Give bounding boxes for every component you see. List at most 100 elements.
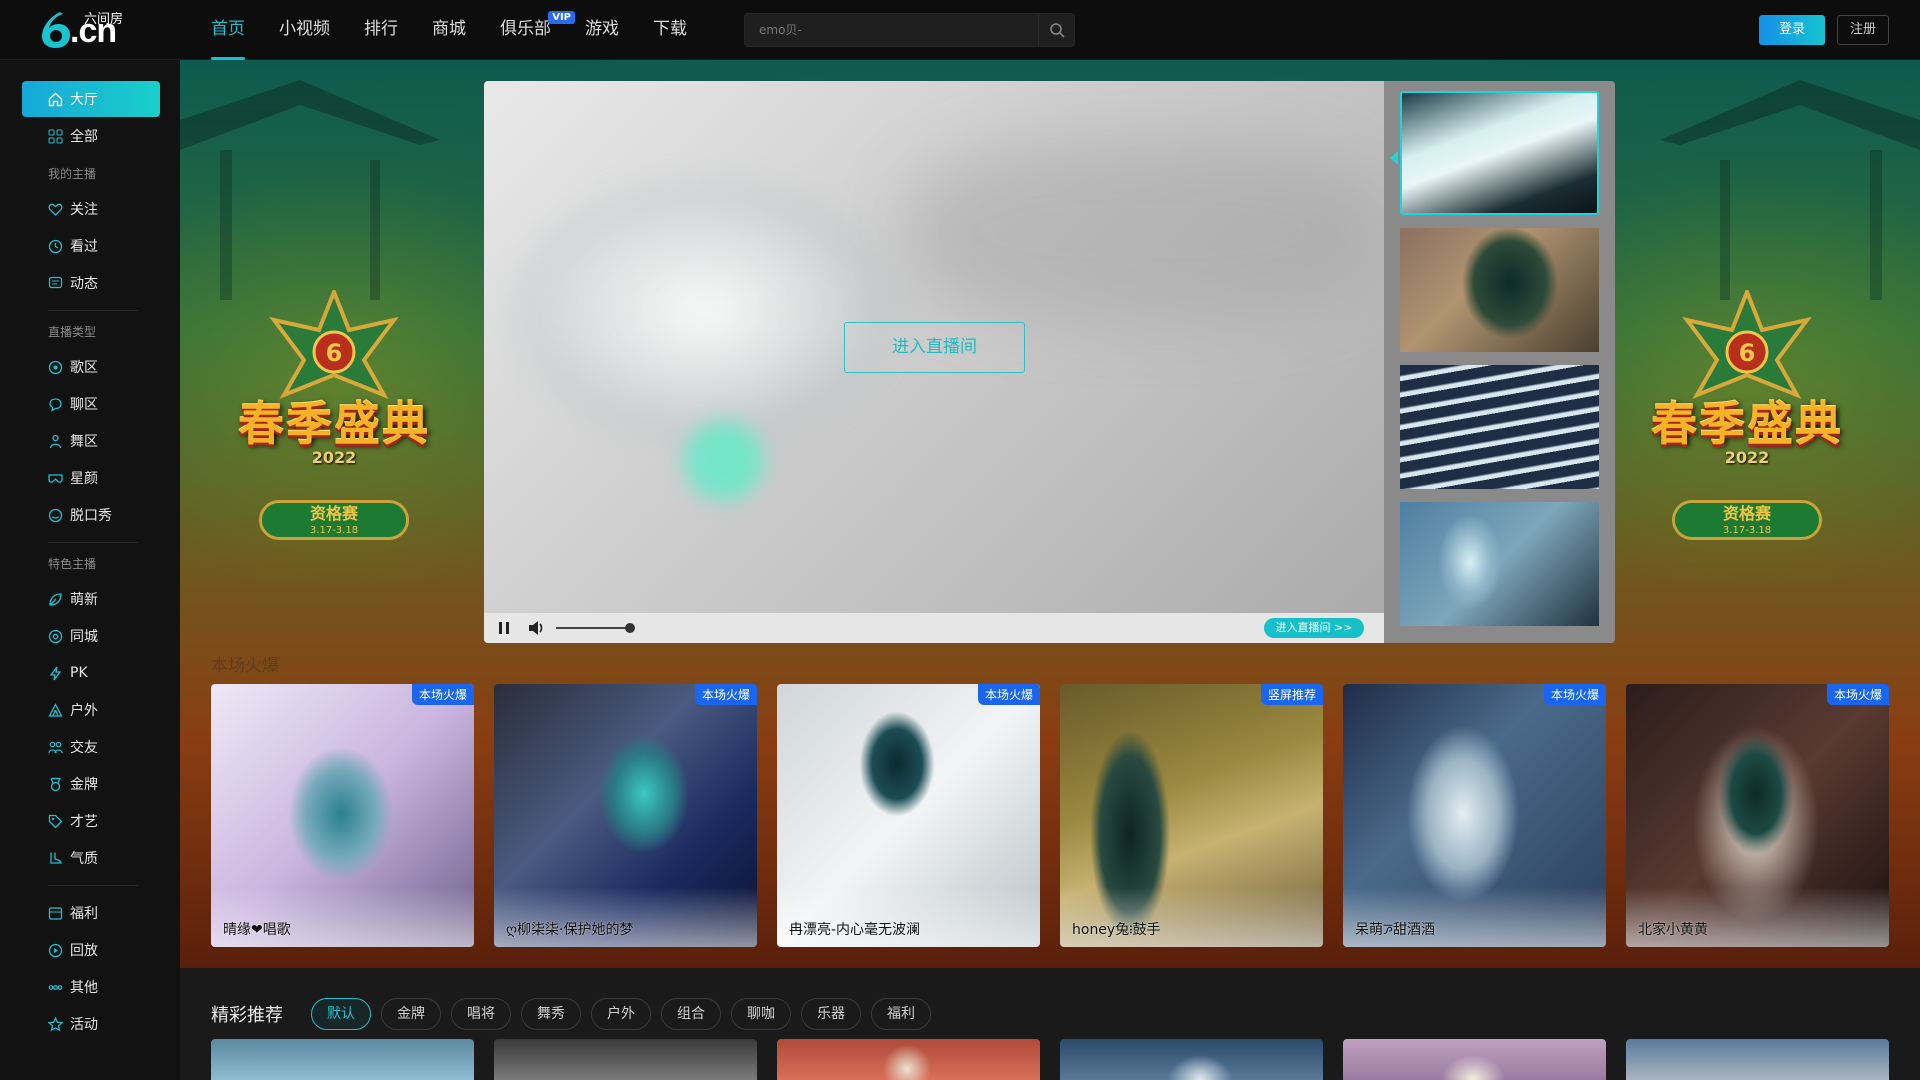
- live-thumbnail[interactable]: [1400, 91, 1599, 215]
- recommend-card[interactable]: [494, 1039, 757, 1080]
- section-heading-featured: 特色主播: [48, 557, 97, 571]
- live-thumbnail[interactable]: [1400, 502, 1599, 626]
- sidebar-item-pk[interactable]: PK: [22, 655, 160, 691]
- recommend-card[interactable]: [1626, 1039, 1889, 1080]
- sidebar-item-local[interactable]: 同城: [22, 618, 160, 654]
- sidebar-item-label: 其他: [70, 980, 98, 996]
- sidebar-item-dance[interactable]: 舞区: [22, 423, 160, 459]
- medal-icon: [48, 777, 63, 792]
- recommend-filter-tabs: 默认 金牌 唱将 舞秀 户外 组合 聊咖 乐器 福利: [311, 998, 941, 1030]
- sidebar-item-talkshow[interactable]: 脱口秀: [22, 497, 160, 533]
- card-anchor-name: 呆萌ꯍ甜酒酒: [1355, 922, 1436, 938]
- pause-icon[interactable]: [498, 621, 510, 639]
- live-thumbnail[interactable]: [1400, 228, 1599, 352]
- hot-section-heading-faded: 本场火爆: [211, 656, 279, 676]
- sidebar-item-other[interactable]: 其他: [22, 969, 160, 1005]
- sidebar-item-label: 同城: [70, 629, 98, 645]
- sidebar-item-lobby[interactable]: 大厅: [22, 81, 160, 117]
- filter-tab-instrument[interactable]: 乐器: [801, 998, 861, 1030]
- card-anchor-name: 北家小黄黄: [1638, 922, 1708, 938]
- logo-six-icon: [42, 12, 70, 48]
- anchor-card[interactable]: 本场火爆 北家小黄黄: [1626, 684, 1889, 947]
- sidebar-item-talent[interactable]: 才艺: [22, 803, 160, 839]
- enter-live-room-small-button[interactable]: 进入直播间 >>: [1264, 618, 1364, 638]
- sidebar-item-label: 关注: [70, 202, 98, 218]
- card-tag: 本场火爆: [694, 684, 757, 705]
- sidebar-item-label: 活动: [70, 1017, 98, 1033]
- people-icon: [48, 740, 63, 755]
- search-input[interactable]: [759, 14, 1029, 46]
- volume-slider-handle[interactable]: [625, 623, 635, 633]
- live-video-player[interactable]: 进入直播间 进入直播间 >>: [484, 81, 1384, 643]
- sidebar-item-watched[interactable]: 看过: [22, 228, 160, 264]
- video-blur-region: [684, 421, 764, 501]
- sidebar-item-chat[interactable]: 聊区: [22, 386, 160, 422]
- filter-tab-singer[interactable]: 唱将: [451, 998, 511, 1030]
- filter-tab-chat[interactable]: 聊咖: [731, 998, 791, 1030]
- mask-icon: [48, 471, 63, 486]
- filter-tab-dance[interactable]: 舞秀: [521, 998, 581, 1030]
- filter-tab-gold[interactable]: 金牌: [381, 998, 441, 1030]
- site-logo[interactable]: 六间房 .cn: [38, 8, 138, 52]
- nav-mall[interactable]: 商城: [432, 0, 466, 60]
- search-button[interactable]: [1038, 14, 1074, 46]
- live-thumbnail[interactable]: [1400, 365, 1599, 489]
- sidebar-item-beauty[interactable]: 星颜: [22, 460, 160, 496]
- nav-label: 排行: [364, 19, 398, 39]
- login-button[interactable]: 登录: [1759, 15, 1825, 45]
- recommend-card[interactable]: [211, 1039, 474, 1080]
- sidebar-item-temperament[interactable]: 气质: [22, 840, 160, 876]
- sidebar-item-dating[interactable]: 交友: [22, 729, 160, 765]
- sidebar-item-replay[interactable]: 回放: [22, 932, 160, 968]
- nav-home[interactable]: 首页: [211, 0, 245, 60]
- sidebar-item-events[interactable]: 活动: [22, 1006, 160, 1042]
- sidebar-item-feed[interactable]: 动态: [22, 265, 160, 301]
- nav-games[interactable]: 游戏: [585, 0, 619, 60]
- sidebar-item-welfare[interactable]: 福利: [22, 895, 160, 931]
- sidebar-item-all[interactable]: 全部: [22, 118, 160, 154]
- nav-ranking[interactable]: 排行: [364, 0, 398, 60]
- volume-slider[interactable]: [556, 627, 632, 629]
- anchor-card[interactable]: 本场火爆 晴缘❤唱歌: [211, 684, 474, 947]
- spring-festival-emblem-right[interactable]: 6 春季盛典 2022 资格赛 3.17-3.18: [1617, 290, 1877, 550]
- filter-tab-outdoor[interactable]: 户外: [591, 998, 651, 1030]
- recommend-card[interactable]: [1343, 1039, 1606, 1080]
- filter-tab-default[interactable]: 默认: [311, 998, 371, 1030]
- bubble-icon: [48, 397, 63, 412]
- star-icon: [48, 1016, 63, 1032]
- recommend-card[interactable]: [777, 1039, 1040, 1080]
- enter-live-room-button[interactable]: 进入直播间: [844, 322, 1025, 373]
- recommend-card[interactable]: [1060, 1039, 1323, 1080]
- anchor-card[interactable]: 本场火爆 冉漂亮-内心毫无波澜: [777, 684, 1040, 947]
- nav-label: 游戏: [585, 19, 619, 39]
- anchor-card[interactable]: 竖屏推荐 honey兔፧鼓手: [1060, 684, 1323, 947]
- chat-icon: [48, 276, 63, 291]
- sidebar-item-newbie[interactable]: 萌新: [22, 581, 160, 617]
- emblem-title: 春季盛典: [1651, 397, 1843, 451]
- tent-icon: [48, 702, 63, 718]
- volume-icon[interactable]: [528, 620, 546, 640]
- filter-tab-group[interactable]: 组合: [661, 998, 721, 1030]
- register-button[interactable]: 注册: [1837, 15, 1889, 45]
- anchor-card[interactable]: 本场火爆 ღ柳柒柒·保护她的梦: [494, 684, 757, 947]
- sidebar-item-follow[interactable]: 关注: [22, 191, 160, 227]
- spring-festival-emblem-left[interactable]: 6 春季盛典 2022 资格赛 3.17-3.18: [204, 290, 464, 550]
- sidebar-item-outdoor[interactable]: 户外: [22, 692, 160, 728]
- nav-club[interactable]: 俱乐部 VIP: [500, 0, 575, 60]
- video-blur-region: [514, 181, 894, 441]
- sidebar-divider: [48, 310, 138, 311]
- nav-label: 商城: [432, 19, 466, 39]
- emblem-crest-icon: 6: [1682, 290, 1812, 399]
- sidebar-item-singing[interactable]: 歌区: [22, 349, 160, 385]
- pavilion-left-decoration: [180, 80, 440, 300]
- filter-tab-welfare[interactable]: 福利: [871, 998, 931, 1030]
- location-icon: [48, 629, 63, 644]
- section-heading-my-anchors: 我的主播: [48, 167, 97, 181]
- nav-label: 小视频: [279, 19, 330, 39]
- nav-download[interactable]: 下载: [653, 0, 687, 60]
- nav-short-video[interactable]: 小视频: [279, 0, 330, 60]
- anchor-card[interactable]: 本场火爆 呆萌ꯍ甜酒酒: [1343, 684, 1606, 947]
- emblem-qualifier-pill: 资格赛 3.17-3.18: [1672, 500, 1822, 540]
- sidebar-item-label: 全部: [70, 129, 98, 145]
- sidebar-item-gold[interactable]: 金牌: [22, 766, 160, 802]
